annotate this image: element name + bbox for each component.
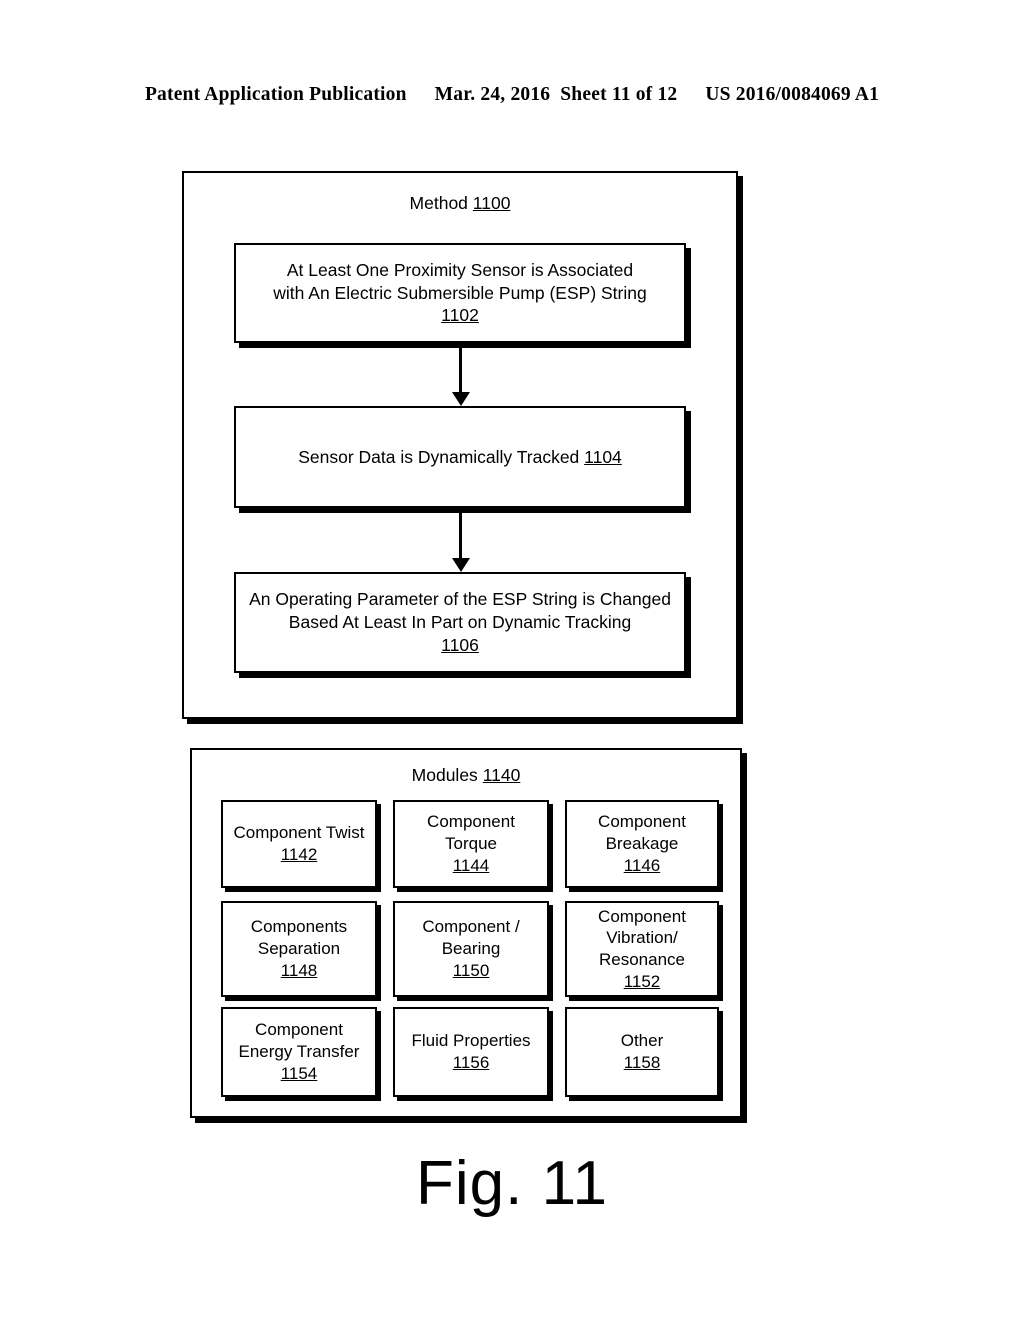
module-1144-line2: Torque [445,834,497,854]
header-patent-number: US 2016/0084069 A1 [705,84,880,105]
step-1106-ref: 1106 [441,634,479,655]
module-box-1158: Other 1158 [565,1007,719,1097]
module-1144-line1: Component [427,812,515,832]
patent-header: Patent Application Publication Mar. 24, 2… [0,84,1024,106]
module-1154-line2: Energy Transfer [238,1042,360,1062]
module-1142-ref: 1142 [280,845,318,864]
module-1150-line2: Bearing [441,939,501,959]
flow-arrow-1104-to-1106 [459,508,462,559]
method-title: Method 1100 [182,193,738,214]
module-box-1152: Component Vibration/ Resonance 1152 [565,901,719,997]
method-step-1102: At Least One Proximity Sensor is Associa… [234,243,686,343]
module-1152-line1: Component [598,906,686,926]
step-1104-ref: 1104 [584,446,622,467]
module-box-1148: Components Separation 1148 [221,901,377,997]
module-1152-line2: Vibration/ [606,928,678,948]
step-1106-line2: Based At Least In Part on Dynamic Tracki… [288,612,632,633]
module-1148-line1: Components [250,917,348,937]
step-1102-line2: with An Electric Submersible Pump (ESP) … [273,282,647,303]
module-1144-ref: 1144 [452,855,490,875]
modules-title: Modules 1140 [190,765,742,786]
module-1150-line1: Component / [422,917,520,937]
method-title-ref: 1100 [472,193,511,213]
module-1156-line1: Fluid Properties [411,1031,531,1051]
module-1154-line1: Component [255,1020,343,1040]
module-1158-ref: 1158 [623,1053,661,1072]
module-box-1150: Component / Bearing 1150 [393,901,549,997]
method-title-label: Method [409,193,468,213]
module-box-1146: Component Breakage 1146 [565,800,719,888]
module-box-1144: Component Torque 1144 [393,800,549,888]
module-1146-ref: 1146 [623,855,661,875]
step-1102-ref: 1102 [441,305,479,326]
module-box-1142: Component Twist 1142 [221,800,377,888]
module-1146-line2: Breakage [605,834,679,854]
module-1152-line3: Resonance [598,950,685,969]
modules-title-ref: 1140 [482,765,521,785]
header-sheet-label: Sheet 11 of 12 [560,84,678,105]
module-1158-line1: Other [620,1031,664,1051]
method-step-1106: An Operating Parameter of the ESP String… [234,572,686,673]
module-1150-ref: 1150 [452,960,490,980]
module-1142-line1: Component Twist [233,823,365,843]
module-1154-ref: 1154 [280,1063,318,1083]
module-box-1154: Component Energy Transfer 1154 [221,1007,377,1097]
step-1104-line1: Sensor Data is Dynamically Tracked [298,446,580,467]
module-1146-line1: Component [598,812,686,832]
figure-caption: Fig. 11 [416,1149,608,1218]
module-box-1156: Fluid Properties 1156 [393,1007,549,1097]
step-1106-line1: An Operating Parameter of the ESP String… [249,589,671,610]
module-1156-ref: 1156 [452,1053,490,1072]
header-date-label: Mar. 24, 2016 [434,84,551,105]
header-publication-label: Patent Application Publication [144,84,407,105]
flow-arrow-1102-to-1104 [459,343,462,393]
module-1152-ref: 1152 [623,971,661,991]
module-1148-line2: Separation [257,939,341,959]
step-1102-line1: At Least One Proximity Sensor is Associa… [286,259,634,280]
modules-title-label: Modules [411,765,478,785]
module-1148-ref: 1148 [280,960,318,980]
method-step-1104: Sensor Data is Dynamically Tracked 1104 [234,406,686,508]
